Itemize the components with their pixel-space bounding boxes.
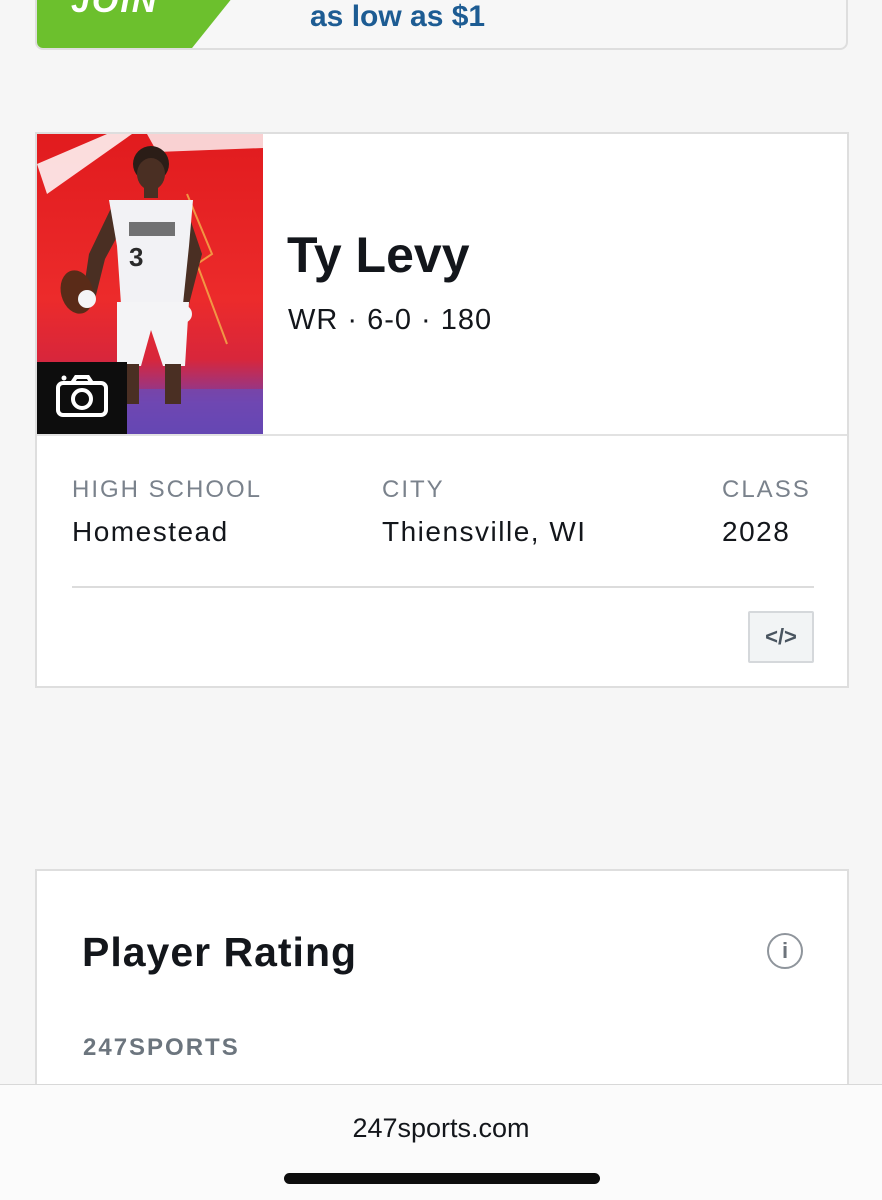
browser-url-bar[interactable]: 247sports.com (0, 1084, 882, 1200)
promo-price: $1 (451, 0, 486, 33)
join-badge[interactable]: JOIN (37, 0, 245, 48)
class-label: CLASS (722, 476, 811, 503)
photo-jersey-number: 3 (129, 242, 143, 272)
card-divider (37, 434, 847, 436)
home-indicator[interactable] (284, 1173, 600, 1184)
rating-title: Player Rating (82, 929, 358, 975)
page: JOIN as low as $1 3 Ty Levy WR · 6-0 · 1… (0, 0, 882, 1200)
info-icon[interactable]: i (767, 933, 803, 969)
url-text[interactable]: 247sports.com (0, 1113, 882, 1144)
city-label: CITY (382, 476, 445, 503)
rating-source: 247SPORTS (83, 1034, 240, 1061)
player-name: Ty Levy (287, 227, 470, 283)
promo-banner[interactable]: JOIN as low as $1 (35, 0, 848, 50)
promo-text: as low as $1 (310, 0, 485, 34)
promo-text-prefix: as low as (310, 0, 452, 33)
info-icon-glyph: i (781, 938, 789, 963)
camera-button[interactable] (37, 362, 127, 434)
city-value: Thiensville, WI (382, 516, 587, 547)
class-value: 2028 (722, 516, 791, 547)
camera-icon (55, 374, 109, 423)
info-divider (72, 586, 814, 588)
player-measurables: WR · 6-0 · 180 (288, 304, 493, 336)
high-school-value: Homestead (72, 516, 229, 547)
high-school-label: HIGH SCHOOL (72, 476, 263, 503)
player-photo[interactable]: 3 (37, 134, 263, 434)
join-label: JOIN (71, 0, 159, 20)
class-info: CLASS 2028 (722, 476, 811, 548)
high-school-info: HIGH SCHOOL Homestead (72, 476, 262, 548)
city-info: CITY Thiensville, WI (382, 476, 587, 548)
player-card: 3 Ty Levy WR · 6-0 · 180 HIGH SCHOOL Hom… (35, 132, 849, 688)
embed-button[interactable]: </> (748, 611, 814, 663)
embed-code-icon: </> (765, 624, 797, 649)
